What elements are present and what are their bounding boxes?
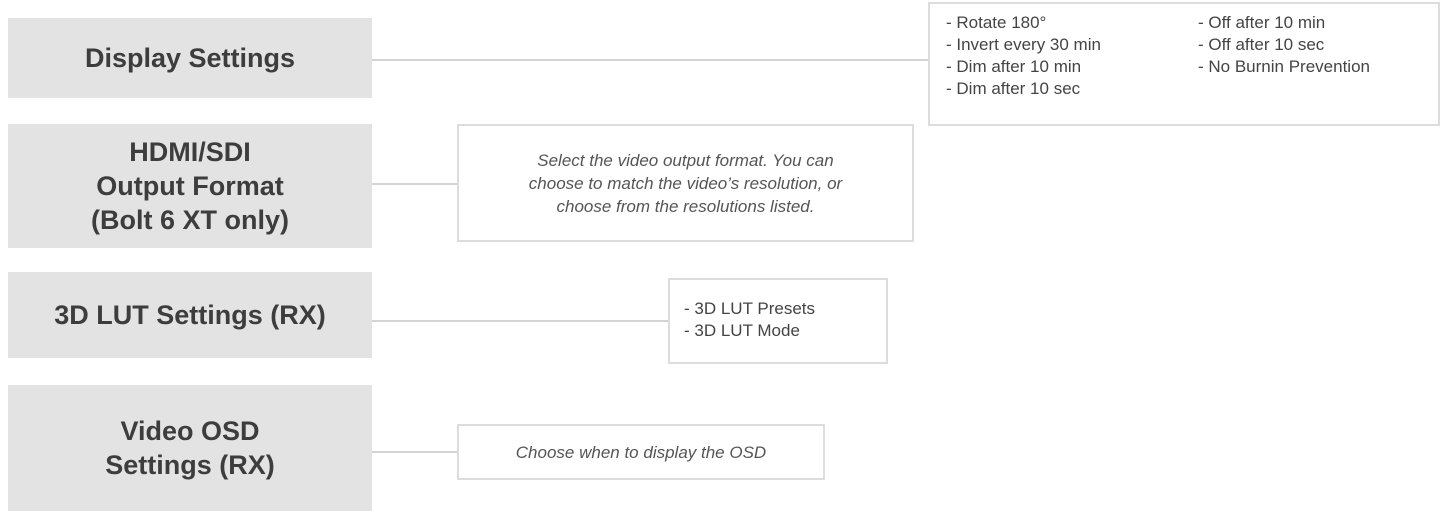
option-item: - Rotate 180° [946,13,1047,32]
display-settings-connector [372,59,928,61]
lut-option-item: - 3D LUT Presets [684,299,816,318]
display-settings-label: Display Settings [84,43,296,73]
option-item: - Off after 10 sec [1198,35,1325,54]
hdmi-label-line: Output Format [96,171,284,201]
option-item: - Off after 10 min [1198,13,1326,32]
option-item: - No Burnin Prevention [1198,57,1370,76]
display-settings-box: Display Settings [8,18,372,98]
osd-description-box: Choose when to display the OSD [457,424,825,480]
osd-description: Choose when to display the OSD [515,442,767,462]
hdmi-label-line: (Bolt 6 XT only) [91,205,289,235]
lut-option-item: - 3D LUT Mode [684,321,800,340]
osd-label-line: Video OSD [120,416,260,446]
hdmi-description-box: Select the video output format. You can … [457,124,914,242]
display-settings-options-box: - Rotate 180° - Invert every 30 min - Di… [928,2,1440,126]
option-item: - Dim after 10 sec [946,79,1081,98]
osd-label-line: Settings (RX) [105,450,275,480]
lut-options-box: - 3D LUT Presets - 3D LUT Mode [668,278,888,364]
hdmi-connector [372,183,458,185]
hdmi-description-line: choose from the resolutions listed. [556,196,815,216]
lut-settings-label: 3D LUT Settings (RX) [54,300,326,330]
hdmi-output-format-box: HDMI/SDI Output Format (Bolt 6 XT only) [8,124,372,248]
lut-settings-box: 3D LUT Settings (RX) [8,272,372,358]
hdmi-description-line: Select the video output format. You can [537,150,834,170]
osd-connector [372,451,458,453]
video-osd-settings-box: Video OSD Settings (RX) [8,385,372,511]
option-item: - Dim after 10 min [946,57,1082,76]
hdmi-description-line: choose to match the video’s resolution, … [528,173,843,193]
option-item: - Invert every 30 min [946,35,1101,54]
hdmi-label-line: HDMI/SDI [129,137,251,167]
lut-connector [372,320,668,322]
